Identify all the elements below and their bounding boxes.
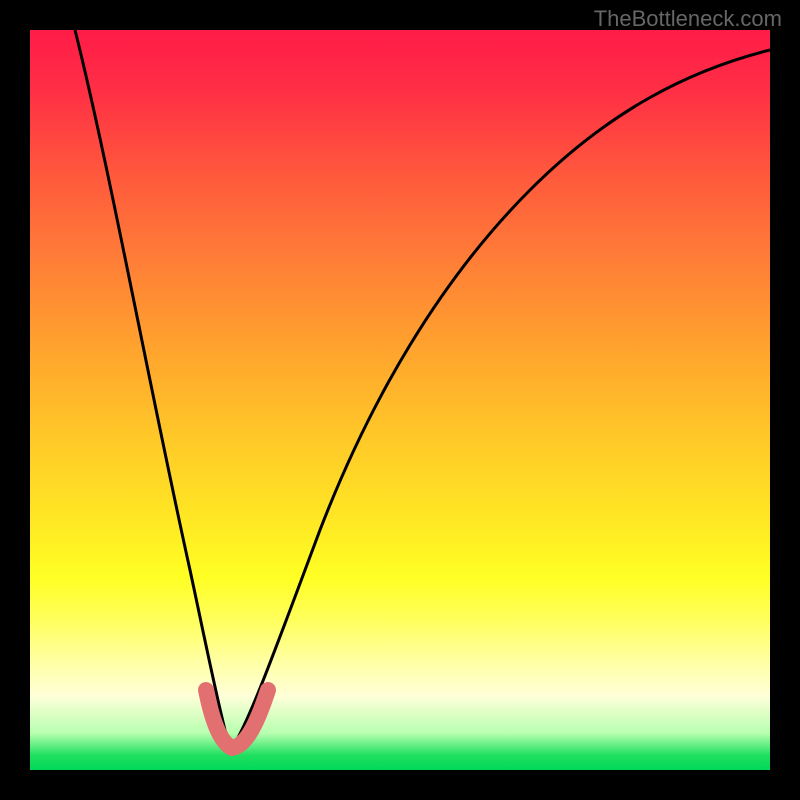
valley-highlight	[206, 690, 268, 748]
watermark-text: TheBottleneck.com	[594, 6, 782, 32]
bottleneck-curve-right	[232, 50, 770, 748]
chart-svg	[30, 30, 770, 770]
bottleneck-curve-left	[75, 30, 232, 748]
plot-area	[30, 30, 770, 770]
